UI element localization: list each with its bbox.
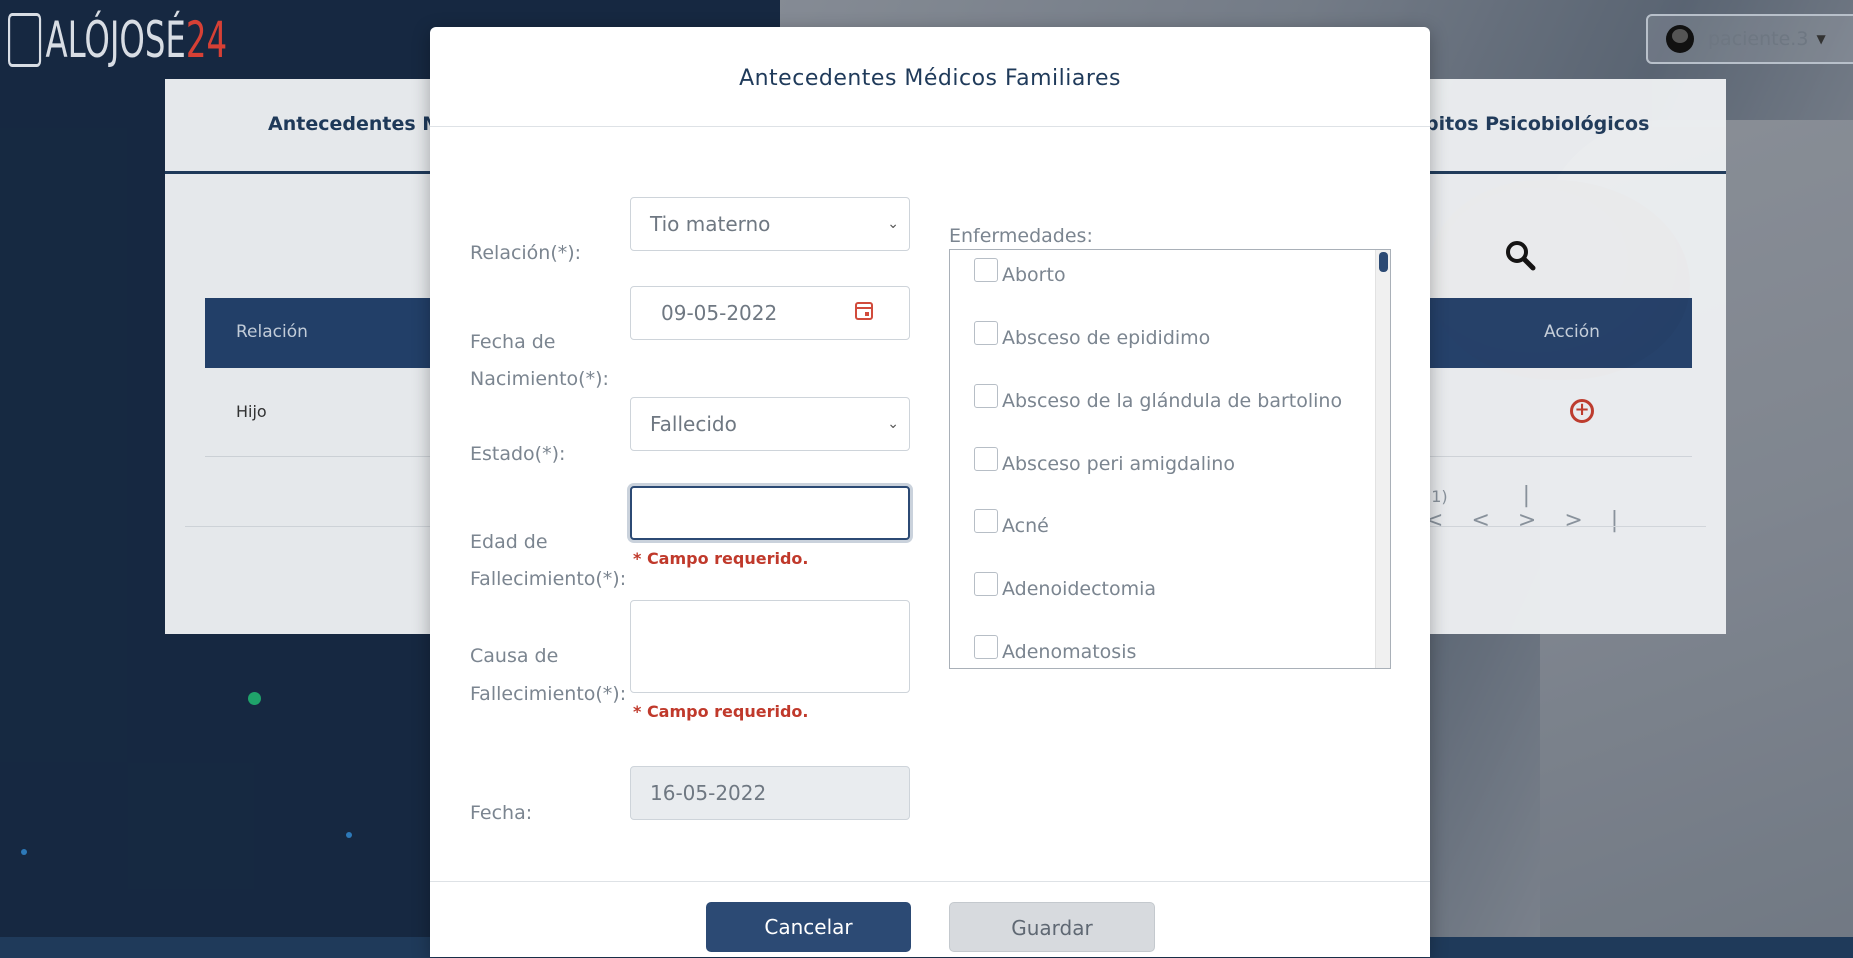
relacion-value: Tio materno	[650, 212, 771, 236]
column-relacion: Relación	[236, 322, 308, 342]
modal-footer: Cancelar Guardar	[430, 881, 1430, 958]
edad-fallecimiento-label-1: Edad de	[470, 531, 548, 553]
enfermedad-label: Absceso de la glándula de bartolino	[1002, 390, 1343, 412]
enfermedad-label: Absceso peri amigdalino	[1002, 453, 1235, 475]
causa-fallecimiento-label-1: Causa de	[470, 645, 559, 667]
estado-value: Fallecido	[650, 412, 737, 436]
checkbox[interactable]	[974, 447, 998, 471]
logo-number: 24	[185, 11, 228, 69]
scrollbar-thumb[interactable]	[1379, 252, 1388, 272]
prev-page-icon[interactable]: <	[1471, 508, 1517, 533]
enfermedad-item[interactable]: Adenoidectomia	[974, 572, 1157, 600]
save-button[interactable]: Guardar	[949, 902, 1155, 952]
chevron-down-icon: ⌄	[887, 216, 899, 232]
checkbox[interactable]	[974, 509, 998, 533]
avatar-icon	[1666, 25, 1694, 53]
app-logo[interactable]: ALÓJOSÉ 24	[8, 12, 227, 68]
search-icon[interactable]	[1504, 239, 1536, 279]
zoom-in-icon[interactable]: +	[1570, 399, 1594, 423]
enfermedad-label: Adenomatosis	[1002, 641, 1137, 663]
causa-fallecimiento-label-2: Fallecimiento(*):	[470, 683, 627, 705]
fecha-nacimiento-input[interactable]: 09-05-2022	[630, 286, 910, 340]
modal-dialog: Antecedentes Médicos Familiares Relación…	[430, 27, 1430, 957]
checkbox[interactable]	[974, 635, 998, 659]
relacion-select[interactable]: Tio materno ⌄	[630, 197, 910, 251]
relacion-label: Relación(*):	[470, 242, 582, 264]
enfermedad-label: Absceso de epididimo	[1002, 327, 1211, 349]
caret-down-icon: ▼	[1816, 32, 1826, 46]
edad-error-message: * Campo requerido.	[633, 549, 809, 568]
fecha-nacimiento-label-1: Fecha de	[470, 331, 556, 353]
decor-dot	[248, 692, 261, 705]
user-menu-button[interactable]: paciente.3 ▼	[1646, 14, 1853, 64]
scrollbar[interactable]	[1375, 250, 1390, 668]
checkbox[interactable]	[974, 572, 998, 596]
stethoscope-icon	[8, 13, 42, 67]
enfermedades-list[interactable]: Aborto Absceso de epididimo Absceso de l…	[949, 249, 1391, 669]
estado-select[interactable]: Fallecido ⌄	[630, 397, 910, 451]
logo-text: ALÓJOSÉ	[45, 11, 186, 69]
edad-fallecimiento-label-2: Fallecimiento(*):	[470, 568, 627, 590]
fecha-nacimiento-value: 09-05-2022	[661, 301, 778, 325]
decor-dot	[21, 849, 27, 855]
enfermedad-item[interactable]: Absceso peri amigdalino	[974, 447, 1235, 475]
cell-relacion: Hijo	[236, 402, 267, 421]
decor-dot	[346, 832, 352, 838]
calendar-icon[interactable]	[855, 302, 873, 320]
enfermedad-item[interactable]: Absceso de epididimo	[974, 321, 1211, 349]
causa-error-message: * Campo requerido.	[633, 702, 809, 721]
enfermedad-label: Acné	[1002, 515, 1049, 537]
last-page-icon[interactable]: >|	[1564, 508, 1646, 533]
estado-label: Estado(*):	[470, 443, 566, 465]
fecha-input: 16-05-2022	[630, 766, 910, 820]
user-name: paciente.3	[1708, 28, 1809, 50]
checkbox[interactable]	[974, 258, 998, 282]
enfermedad-label: Adenoidectomia	[1002, 578, 1157, 600]
modal-title: Antecedentes Médicos Familiares	[430, 27, 1430, 127]
enfermedad-label: Aborto	[1002, 264, 1066, 286]
tab-antecedentes[interactable]: Antecedentes Mé	[268, 113, 454, 135]
next-page-icon[interactable]: >	[1518, 508, 1564, 533]
chevron-down-icon: ⌄	[887, 416, 899, 432]
enfermedad-item[interactable]: Adenomatosis	[974, 635, 1137, 663]
enfermedad-item[interactable]: Acné	[974, 509, 1049, 537]
enfermedad-item[interactable]: Absceso de la glándula de bartolino	[974, 384, 1343, 412]
causa-fallecimiento-textarea[interactable]	[630, 600, 910, 693]
checkbox[interactable]	[974, 321, 998, 345]
column-accion: Acción	[1544, 322, 1600, 342]
checkbox[interactable]	[974, 384, 998, 408]
cancel-button[interactable]: Cancelar	[706, 902, 911, 952]
enfermedades-label: Enfermedades:	[949, 225, 1093, 247]
edad-fallecimiento-input[interactable]	[630, 486, 910, 540]
fecha-nacimiento-label-2: Nacimiento(*):	[470, 368, 609, 390]
tab-habitos[interactable]: bitos Psicobiológicos	[1425, 113, 1649, 135]
enfermedad-item[interactable]: Aborto	[974, 258, 1066, 286]
fecha-label: Fecha:	[470, 802, 533, 824]
